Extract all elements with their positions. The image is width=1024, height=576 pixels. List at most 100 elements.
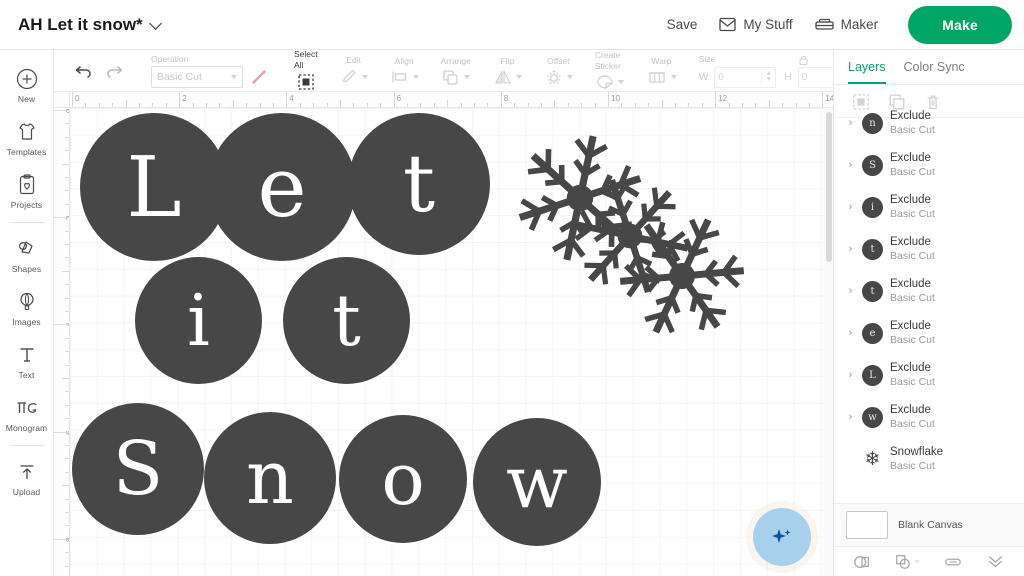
ruler-minor-tick xyxy=(65,136,69,138)
chevron-right-icon[interactable]: › xyxy=(846,243,855,255)
canvas-letter-circle-t-4[interactable]: t xyxy=(283,257,410,384)
layer-title: Exclude xyxy=(890,362,931,374)
sidebar-label-new: New xyxy=(17,94,36,104)
redo-button[interactable] xyxy=(99,56,129,86)
arrange-button[interactable] xyxy=(441,68,471,86)
canvas-letter-circle-e-1[interactable]: e xyxy=(208,113,356,261)
align-label: Align xyxy=(394,55,414,66)
chevron-right-icon[interactable]: › xyxy=(846,117,855,129)
ruler-minor-tick xyxy=(259,103,261,107)
attach-icon xyxy=(945,558,961,565)
lock-closed-icon[interactable] xyxy=(797,54,810,66)
my-stuff-button[interactable]: My Stuff xyxy=(719,17,793,32)
width-input[interactable]: 0 ▲ ▼ xyxy=(714,66,777,88)
snowflake-cluster[interactable] xyxy=(492,118,767,353)
warp-button[interactable] xyxy=(646,68,677,86)
flatten-button[interactable] xyxy=(986,553,1005,571)
ruler-major-tick xyxy=(715,92,717,107)
select-all-button[interactable] xyxy=(296,72,316,91)
offset-button[interactable] xyxy=(544,68,573,86)
tab-layers[interactable]: Layers xyxy=(848,60,886,84)
layer-operation: Basic Cut xyxy=(890,124,935,136)
sidebar-item-projects[interactable]: Projects xyxy=(0,164,54,217)
layer-row[interactable]: › S Exclude Basic Cut xyxy=(834,144,1024,186)
undo-button[interactable] xyxy=(69,56,99,86)
sidebar-item-text[interactable]: Text xyxy=(0,334,54,387)
layer-row[interactable]: › t Exclude Basic Cut xyxy=(834,270,1024,312)
height-input[interactable]: 0 ▲▼ xyxy=(797,66,833,88)
undo-arrow-icon xyxy=(75,65,91,78)
ruler-minor-tick xyxy=(648,103,650,107)
layer-row[interactable]: › w Exclude Basic Cut xyxy=(834,396,1024,438)
layers-panel: Layers Color Sync › n Exclude Basic Cut … xyxy=(833,50,1024,576)
chevron-right-icon[interactable]: › xyxy=(846,327,855,339)
weld-button[interactable] xyxy=(894,553,921,571)
layer-text: Exclude Basic Cut xyxy=(890,235,935,263)
layer-list[interactable]: › n Exclude Basic Cut › S Exclude Basic Cut › i Ex… xyxy=(834,100,1024,503)
tab-color-sync[interactable]: Color Sync xyxy=(904,60,965,84)
layer-row[interactable]: › n Exclude Basic Cut xyxy=(834,102,1024,144)
layer-row[interactable]: ❄ Snowflake Basic Cut xyxy=(834,438,1024,480)
canvas-scrollbar[interactable] xyxy=(824,108,833,576)
canvas-letter-circle-s-5[interactable]: S xyxy=(72,403,204,535)
chevron-right-icon[interactable]: › xyxy=(846,369,855,381)
sidebar-item-upload[interactable]: Upload xyxy=(0,451,54,504)
operation-color-swatch[interactable] xyxy=(246,66,272,88)
canvas-scrollbar-thumb[interactable] xyxy=(825,112,832,262)
sidebar-item-templates[interactable]: Templates xyxy=(0,111,54,164)
sidebar-item-shapes[interactable]: Shapes xyxy=(0,228,54,281)
design-canvas[interactable]: wonStiteL xyxy=(70,108,833,576)
canvas-letter-circle-o-7[interactable]: o xyxy=(339,415,467,543)
create-sticker-button[interactable] xyxy=(595,73,624,91)
flip-horizontal-icon xyxy=(494,70,511,84)
chevron-right-icon[interactable]: › xyxy=(846,411,855,423)
sidebar-divider-2 xyxy=(9,445,44,446)
vertical-ruler[interactable]: 0246810 xyxy=(54,108,70,576)
sidebar-item-images[interactable]: Images xyxy=(0,281,54,334)
canvas-letter-circle-i-3[interactable]: i xyxy=(135,257,262,384)
layer-row[interactable]: › i Exclude Basic Cut xyxy=(834,186,1024,228)
ruler-minor-tick xyxy=(433,103,435,107)
width-stepper[interactable]: ▲ ▼ xyxy=(761,70,772,83)
chevron-right-icon[interactable]: › xyxy=(846,285,855,297)
layer-text: Exclude Basic Cut xyxy=(890,109,935,137)
chevron-right-icon[interactable]: › xyxy=(846,201,855,213)
clipboard-heart-icon xyxy=(19,174,34,195)
make-button[interactable]: Make xyxy=(908,5,1012,44)
machine-selector[interactable]: Maker xyxy=(815,17,878,32)
slice-button[interactable] xyxy=(853,553,871,571)
select-all-group: Select All xyxy=(285,50,327,91)
sidebar-item-new[interactable]: New xyxy=(0,58,54,111)
flip-button[interactable] xyxy=(493,68,522,86)
operation-dropdown[interactable]: Basic Cut xyxy=(151,65,243,88)
panel-tabs: Layers Color Sync xyxy=(834,50,1024,85)
canvas-letter-circle-l-0[interactable]: L xyxy=(80,113,228,261)
canvas-letter-circle-t-2[interactable]: t xyxy=(348,113,490,255)
ruler-minor-tick xyxy=(728,103,730,107)
canvas-color-swatch[interactable] xyxy=(846,511,888,539)
sidebar-item-monogram[interactable]: Monogram xyxy=(0,387,54,440)
monogram-icon xyxy=(17,402,37,413)
canvas-letter-circle-w-8[interactable]: w xyxy=(473,418,601,546)
attach-button[interactable] xyxy=(943,553,963,571)
ruler-tick-label: 8 xyxy=(503,94,509,103)
canvas-letter-circle-n-6[interactable]: n xyxy=(204,412,336,544)
layer-operation: Basic Cut xyxy=(890,460,935,472)
ai-assistant-button[interactable] xyxy=(753,508,811,566)
project-title-menu[interactable]: AH Let it snow* xyxy=(18,15,162,35)
layer-title: Exclude xyxy=(890,194,931,206)
layer-row[interactable]: › t Exclude Basic Cut xyxy=(834,228,1024,270)
align-button[interactable] xyxy=(390,68,419,86)
ruler-tick-label: 2 xyxy=(182,94,187,103)
ruler-minor-tick xyxy=(527,103,529,107)
canvas-layer-row[interactable]: Blank Canvas xyxy=(834,503,1024,546)
ruler-tick-label: 10 xyxy=(611,94,620,103)
save-button[interactable]: Save xyxy=(667,17,698,32)
layer-row[interactable]: › e Exclude Basic Cut xyxy=(834,312,1024,354)
chevron-right-icon[interactable]: › xyxy=(846,159,855,171)
ruler-minor-tick xyxy=(62,163,69,165)
ruler-major-tick xyxy=(500,92,502,107)
layer-row[interactable]: › L Exclude Basic Cut xyxy=(834,354,1024,396)
horizontal-ruler[interactable]: 0246810121416 xyxy=(70,92,833,108)
edit-button[interactable] xyxy=(340,67,368,86)
